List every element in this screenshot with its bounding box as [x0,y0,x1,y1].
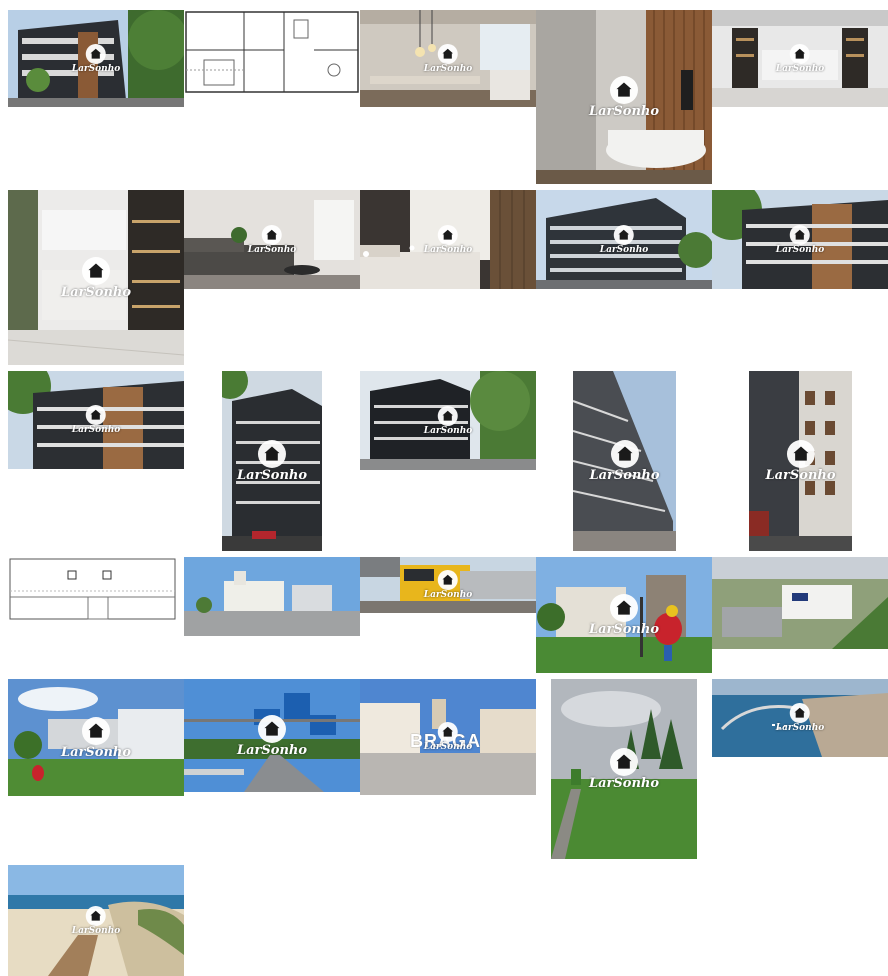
gallery-photo-train[interactable]: LarSonho [360,557,536,613]
gallery-photo-living[interactable]: LarSonho [184,190,360,289]
gallery-photo-exterior-5[interactable]: LarSonho [222,371,322,551]
park-image [551,679,697,859]
bathroom-image [536,10,712,184]
highway-image [184,679,360,792]
building-exterior-image [712,190,888,289]
building-exterior-image [360,371,536,470]
gallery-photo-city-park[interactable]: LarSonho [551,679,697,859]
gallery-photo-highway[interactable]: LarSonho [184,679,360,792]
gallery-photo-marina[interactable]: LarSonho [712,679,888,757]
gallery-photo-floorplan-1[interactable] [184,10,360,95]
gallery-photo-bathroom[interactable]: LarSonho [536,10,712,184]
gallery-photo-exterior-1[interactable]: LarSonho [8,10,184,107]
bedroom-image [360,190,536,289]
city-square-rooster-image [536,557,712,673]
gallery-photo-exterior-2[interactable]: LarSonho [536,190,712,289]
building-exterior-image [8,371,184,469]
gallery-photo-stadium[interactable]: LarSonho [8,679,184,796]
marina-aerial-image [712,679,888,757]
building-exterior-image [573,371,676,551]
building-exterior-image [222,371,322,551]
gallery-photo-beach[interactable]: LarSonho [8,865,184,976]
university-aerial-image [712,557,888,649]
beach-boardwalk-image [8,865,184,976]
gallery-photo-bedroom[interactable]: LarSonho [360,190,536,289]
gallery-photo-exterior-6[interactable]: LarSonho [360,371,536,470]
gallery-photo-kitchen-1[interactable]: LarSonho [712,10,888,107]
gallery-photo-square-rooster[interactable]: LarSonho [536,557,712,673]
building-exterior-image [536,190,712,289]
kitchen-image [712,10,888,107]
kitchen-image [8,190,184,365]
gallery-photo-church[interactable] [184,557,360,636]
living-room-image [184,190,360,289]
gallery-photo-exterior-3[interactable]: LarSonho [712,190,888,289]
gallery-photo-dining[interactable]: LarSonho [360,10,536,107]
stadium-building-image [8,679,184,796]
gallery-photo-exterior-7[interactable]: LarSonho [573,371,676,551]
gallery-photo-kitchen-2[interactable]: LarSonho [8,190,184,365]
gallery-photo-university[interactable] [712,557,888,649]
church-street-image [184,557,360,636]
gallery-photo-exterior-4[interactable]: LarSonho [8,371,184,469]
floorplan-image [8,557,184,622]
building-exterior-image [749,371,852,551]
gallery-photo-floorplan-2[interactable] [8,557,184,622]
braga-sign-word: BRAGA [410,731,481,751]
gallery-photo-exterior-8[interactable]: LarSonho [749,371,852,551]
gallery-photo-braga-sign[interactable]: BRAGA LarSonho [360,679,536,795]
dining-room-image [360,10,536,107]
train-station-image [360,557,536,613]
floorplan-image [184,10,360,95]
building-exterior-image [8,10,184,107]
